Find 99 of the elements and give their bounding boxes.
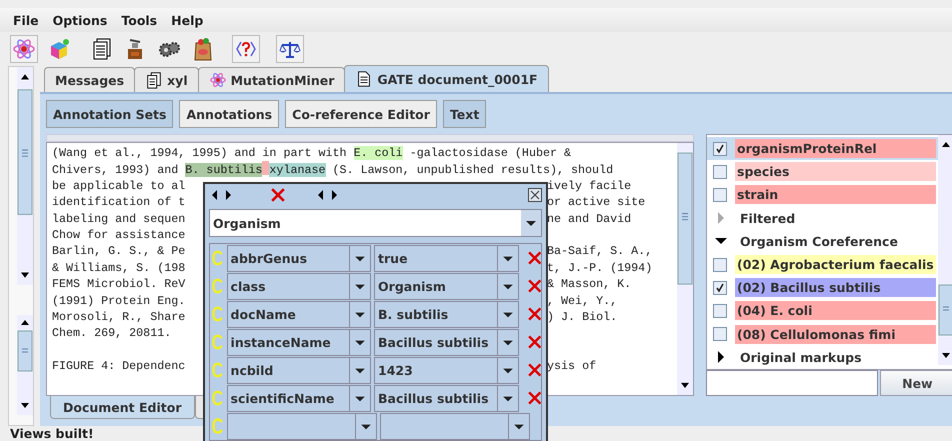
text-line: (1991) Protein Eng. <box>52 294 186 308</box>
close-icon[interactable] <box>528 188 542 202</box>
feature-value-combo[interactable]: Organism <box>374 272 519 300</box>
documents-icon <box>145 71 164 89</box>
feature-name-combo[interactable]: instanceName <box>226 328 372 356</box>
tab[interactable]: Messages <box>44 67 136 92</box>
view-button[interactable]: Text <box>442 100 486 128</box>
text-line: Chivers, 1993) and <box>52 163 180 178</box>
view-button[interactable]: Co-reference Editor <box>285 100 437 128</box>
group-label[interactable]: Original markups <box>740 350 862 365</box>
menu-item[interactable]: Options <box>52 12 108 28</box>
checkbox[interactable] <box>713 164 727 179</box>
text-line: identification of t <box>52 195 186 210</box>
text-line: (Wang et al., 1994, 1995) and in part with <box>52 146 348 160</box>
text-line: Chow for assistance <box>52 228 186 242</box>
text-line: FIGURE 4: Dependenc <box>52 359 186 374</box>
checkbox[interactable] <box>713 188 727 202</box>
group-label[interactable]: Organism Coreference <box>740 234 898 249</box>
c-icon <box>212 250 224 266</box>
new-button[interactable]: New <box>880 370 952 396</box>
scrollbar[interactable] <box>677 143 693 395</box>
previous-next-icon[interactable] <box>317 189 339 201</box>
checkbox[interactable] <box>713 280 727 295</box>
text-line: Morosoli, R., Share <box>52 310 186 324</box>
scrollbar[interactable] <box>17 315 33 415</box>
tab[interactable]: xyl <box>134 67 199 92</box>
text-line: ively facile <box>547 178 632 194</box>
set-name-field[interactable] <box>706 370 878 396</box>
text-line: Barlin, G. S., & Pe <box>52 244 186 258</box>
delete-icon[interactable] <box>528 279 541 293</box>
menu-item[interactable]: Tools <box>121 12 158 28</box>
help-icon[interactable] <box>232 35 260 63</box>
highlighted-text: B. subtilis <box>185 163 262 178</box>
editor-tab[interactable]: Document Editor <box>50 396 194 419</box>
delete-icon[interactable] <box>528 251 541 265</box>
checkbox[interactable] <box>713 304 727 318</box>
feature-name-combo[interactable]: abbrGenus <box>226 244 372 272</box>
annotation-type[interactable]: (04) E. coli <box>735 301 936 320</box>
type-combo[interactable]: Organism <box>209 209 542 237</box>
feature-value-combo[interactable]: 1423 <box>374 356 519 384</box>
annotation-type[interactable]: species <box>735 162 936 182</box>
c-icon <box>212 334 224 350</box>
view-button[interactable]: Annotation Sets <box>46 100 174 128</box>
feature-name-combo[interactable]: scientificName <box>226 384 372 412</box>
menu-item[interactable]: File <box>13 12 39 28</box>
previous-next-icon[interactable] <box>211 189 233 201</box>
checkbox[interactable] <box>713 327 727 342</box>
feature-name-combo[interactable]: class <box>226 272 372 300</box>
expander-icon[interactable] <box>715 351 727 364</box>
feature-name-combo[interactable]: docName <box>226 300 372 328</box>
highlighted-text: E. coli <box>354 146 403 160</box>
scrollbar[interactable] <box>938 135 952 365</box>
c-icon <box>212 306 224 322</box>
tab[interactable]: GATE document_0001F <box>344 65 549 92</box>
text-line: Chem. 269, 20811. <box>52 326 172 340</box>
text-line: -galactosidase (Huber & <box>408 146 572 160</box>
scrollbar[interactable] <box>17 67 33 285</box>
text-line: ysis of <box>547 358 596 374</box>
annotation-type[interactable]: organismProteinRel <box>735 139 936 158</box>
delete-icon[interactable] <box>271 188 285 202</box>
text-line: FEMS Microbiol. ReV <box>52 277 186 292</box>
annotation-type[interactable]: strain <box>735 185 936 204</box>
delete-icon[interactable] <box>528 307 541 321</box>
dropdown-icon[interactable] <box>521 210 541 236</box>
text-line: (S. Lawson, unpublished results), should <box>332 163 614 178</box>
status-text: Views built! <box>9 426 95 441</box>
checkbox[interactable] <box>713 142 727 156</box>
highlighted-text: xylanase <box>269 163 326 178</box>
c-icon <box>212 278 224 294</box>
view-button[interactable]: Annotations <box>179 100 280 128</box>
text-line: labeling and sequen <box>52 212 186 226</box>
text-line: t, J.-P. (1994) <box>547 260 652 276</box>
delete-icon[interactable] <box>528 363 541 377</box>
c-icon <box>212 418 224 434</box>
annotation-type[interactable]: (08) Cellulomonas fimi <box>735 324 936 344</box>
delete-icon[interactable] <box>528 335 541 349</box>
text-line: be applicable to al <box>52 178 186 193</box>
feature-value-combo[interactable]: Bacillus subtilis <box>374 384 519 412</box>
text-line: or active site <box>547 194 646 211</box>
text-line: & Williams, S. (198 <box>52 260 186 275</box>
c-icon <box>212 362 224 378</box>
menu-item[interactable]: Help <box>171 12 204 28</box>
annotation-type[interactable]: (02) Agrobacterium faecalis <box>735 255 936 274</box>
text-line: ) J. Biol. <box>547 308 618 326</box>
feature-value-combo[interactable]: true <box>374 244 519 272</box>
text-line: Ba-Saif, S. A., <box>547 243 652 260</box>
tab[interactable]: MutationMiner <box>198 67 346 92</box>
atom-icon <box>208 71 227 89</box>
annotation-type[interactable]: (02) Bacillus subtilis <box>735 278 936 298</box>
atom-icon[interactable] <box>10 35 38 63</box>
text-line: , Wei, Y., <box>547 292 618 309</box>
c-icon <box>212 390 224 406</box>
text-line: ne and David <box>547 210 632 227</box>
feature-value-combo[interactable]: B. subtilis <box>374 300 519 328</box>
checkbox[interactable] <box>713 258 727 272</box>
scales-icon[interactable] <box>276 35 304 63</box>
feature-value-combo[interactable]: Bacillus subtilis <box>374 328 519 356</box>
delete-icon[interactable] <box>528 391 541 405</box>
feature-name-combo[interactable]: ncbild <box>226 356 372 384</box>
